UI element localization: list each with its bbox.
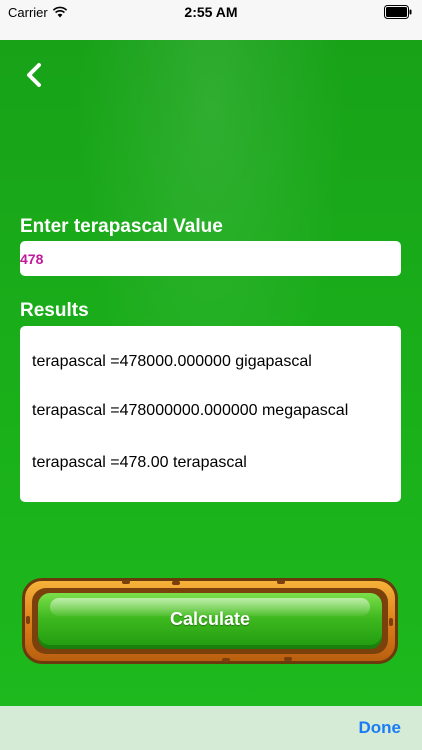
frame-spot	[222, 658, 230, 662]
back-button[interactable]	[18, 58, 52, 92]
done-button[interactable]: Done	[359, 718, 402, 738]
calculate-button[interactable]: Calculate	[22, 578, 398, 664]
clock: 2:55 AM	[184, 4, 238, 20]
result-gigapascal: terapascal =478000.000000 gigapascal	[32, 353, 312, 370]
input-label: Enter terapascal Value	[20, 216, 223, 237]
frame-spot	[172, 581, 180, 585]
terapascal-input[interactable]	[20, 241, 401, 276]
result-megapascal: terapascal =478000000.000000 megapascal	[32, 402, 349, 419]
result-terapascal: terapascal =478.00 terapascal	[32, 454, 247, 471]
frame-spot	[122, 580, 130, 584]
calculate-button-label: Calculate	[169, 609, 251, 629]
status-bar: Carrier 2:55 AM	[0, 0, 422, 40]
frame-spot	[284, 657, 292, 661]
results-panel: terapascal =478000.000000 gigapascal ter…	[20, 326, 401, 502]
results-heading: Results	[20, 300, 89, 321]
battery-icon	[384, 5, 412, 19]
converter-screen: Enter terapascal Value Results terapasca…	[0, 40, 422, 706]
frame-spot	[277, 580, 285, 584]
chevron-left-icon	[27, 63, 41, 87]
keyboard-accessory-bar: Done	[0, 706, 422, 750]
